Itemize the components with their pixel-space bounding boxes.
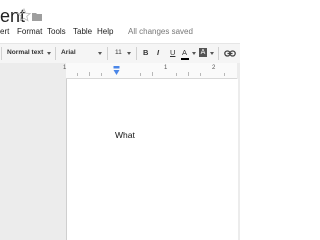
- ruler-tick: [152, 72, 153, 76]
- workspace-left: [0, 63, 66, 240]
- italic-button[interactable]: I: [157, 48, 159, 57]
- ruler-tick: [176, 73, 177, 76]
- toolbar: Normal text Arial 11 B I U A A: [0, 43, 240, 64]
- ruler-label: 2: [212, 65, 216, 71]
- chevron-down-icon: [47, 52, 51, 55]
- ruler-tick: [188, 72, 189, 76]
- font-size-select[interactable]: 11: [115, 49, 122, 56]
- ruler-label: 1: [63, 65, 67, 71]
- chevron-down-icon: [98, 52, 102, 55]
- star-icon[interactable]: [17, 8, 31, 22]
- chevron-down-icon: [127, 52, 131, 55]
- toolbar-separator: [55, 47, 56, 60]
- text-color-button[interactable]: A: [182, 48, 187, 57]
- toolbar-separator: [218, 47, 219, 60]
- highlight-label: A: [200, 49, 206, 56]
- menu-table[interactable]: Table: [73, 27, 92, 36]
- menu-help[interactable]: Help: [97, 27, 113, 36]
- menu-tools[interactable]: Tools: [47, 27, 66, 36]
- ruler-label: 1: [164, 65, 168, 71]
- ruler-tick: [89, 72, 90, 76]
- ruler[interactable]: 1 1 2: [63, 63, 237, 79]
- ruler-tick: [224, 73, 225, 76]
- menu-bar: ert Format Tools Table Help All changes …: [0, 26, 240, 40]
- document-text[interactable]: What: [115, 130, 135, 140]
- toolbar-separator: [107, 47, 108, 60]
- underline-button[interactable]: U: [170, 48, 175, 57]
- chevron-down-icon: [210, 52, 214, 55]
- ruler-tick: [200, 73, 201, 76]
- document-page[interactable]: [66, 79, 238, 240]
- style-select[interactable]: Normal text: [7, 49, 43, 56]
- ruler-tick: [140, 73, 141, 76]
- menu-format[interactable]: Format: [17, 27, 42, 36]
- save-status: All changes saved: [128, 27, 193, 36]
- toolbar-separator: [1, 47, 2, 60]
- ruler-tick: [101, 73, 102, 76]
- chevron-down-icon: [192, 52, 196, 55]
- bold-button[interactable]: B: [143, 48, 148, 57]
- menu-insert[interactable]: ert: [0, 27, 9, 36]
- text-color-swatch: [181, 58, 189, 60]
- toolbar-separator: [136, 47, 137, 60]
- link-icon[interactable]: [224, 49, 236, 58]
- highlight-button[interactable]: A: [199, 48, 207, 57]
- folder-icon[interactable]: [32, 12, 42, 21]
- indent-marker-icon[interactable]: [113, 66, 120, 76]
- font-select[interactable]: Arial: [61, 49, 76, 56]
- ruler-tick: [77, 73, 78, 76]
